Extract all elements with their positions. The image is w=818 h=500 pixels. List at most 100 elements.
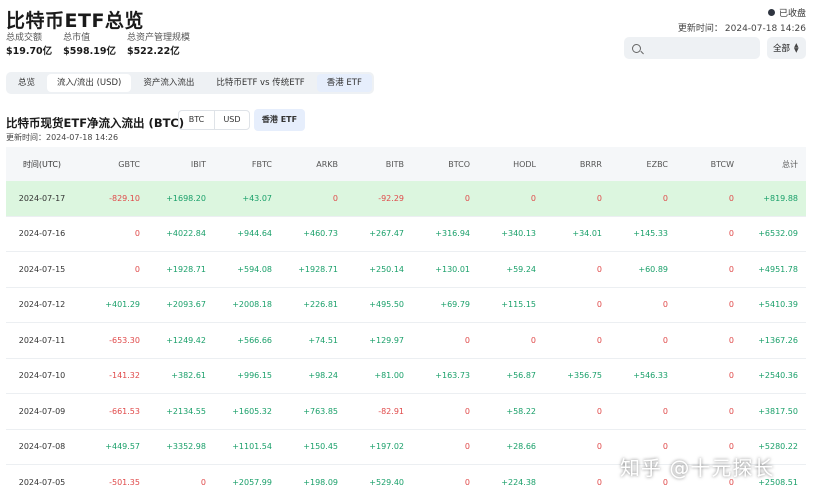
- value-cell: +2540.36: [758, 371, 798, 381]
- stat-value: $19.70亿: [6, 46, 53, 57]
- value-cell: 0: [200, 477, 206, 487]
- column-header[interactable]: IBIT: [144, 160, 210, 169]
- value-cell: +43.07: [242, 193, 272, 203]
- value-cell: 0: [662, 193, 668, 203]
- value-cell: +115.15: [501, 300, 536, 310]
- column-header[interactable]: BTCW: [672, 160, 738, 169]
- value-cell: 0: [464, 406, 470, 416]
- market-status: 已收盘: [767, 6, 806, 19]
- filter-select-value: 全部: [773, 44, 791, 54]
- filter-select[interactable]: 全部 ▲ ▼: [767, 37, 806, 59]
- table-row: 2024-07-11 -653.30 +1249.42 +566.66 +74.51 +1…: [6, 323, 806, 359]
- column-header[interactable]: BITB: [342, 160, 408, 169]
- tab-flow-usd[interactable]: 流入/流出 (USD): [47, 74, 132, 92]
- table-row: 2024-07-16 0 +4022.84 +944.64 +460.73 +267.47…: [6, 217, 806, 252]
- stat-aum: 总资产管理规模 $522.22亿: [127, 32, 190, 59]
- status-dot-icon: [767, 9, 775, 16]
- date-cell: 2024-07-09: [18, 406, 66, 416]
- value-cell: 0: [728, 371, 734, 381]
- value-cell: -82.91: [378, 406, 404, 416]
- table-row: 2024-07-15 0 +1928.71 +594.08 +1928.71 +250.1…: [6, 252, 806, 288]
- table-row: 2024-07-09 -661.53 +2134.55 +1605.32 +763.85…: [6, 394, 806, 430]
- search-box[interactable]: [624, 37, 760, 59]
- column-header[interactable]: GBTC: [78, 160, 144, 169]
- unit-btc-button[interactable]: BTC: [179, 111, 214, 129]
- value-cell: -829.10: [109, 193, 140, 203]
- value-cell: +98.24: [308, 371, 338, 381]
- value-cell: +819.88: [763, 193, 798, 203]
- value-cell: +3817.50: [758, 406, 798, 416]
- date-cell: 2024-07-11: [18, 335, 66, 345]
- column-header[interactable]: BRRR: [540, 160, 606, 169]
- column-header[interactable]: HODL: [474, 160, 540, 169]
- value-cell: +69.79: [440, 300, 470, 310]
- column-header[interactable]: 总计: [738, 159, 804, 170]
- value-cell: +1249.42: [166, 335, 206, 345]
- tab-btc-vs-traditional[interactable]: 比特币ETF vs 传统ETF: [206, 74, 314, 92]
- unit-usd-button[interactable]: USD: [214, 111, 249, 129]
- stat-label: 总资产管理规模: [126, 33, 190, 43]
- value-cell: 0: [134, 264, 140, 274]
- column-header[interactable]: FBTC: [210, 160, 276, 169]
- value-cell: 0: [464, 335, 470, 345]
- date-cell: 2024-07-16: [18, 229, 66, 239]
- value-cell: +2093.67: [166, 300, 206, 310]
- value-cell: +340.13: [501, 229, 536, 239]
- value-cell: 0: [728, 335, 734, 345]
- value-cell: +224.38: [501, 477, 536, 487]
- date-cell: 2024-07-08: [18, 442, 66, 452]
- value-cell: 0: [596, 442, 602, 452]
- value-cell: +59.24: [506, 264, 536, 274]
- tab-asset-flow[interactable]: 资产流入流出: [133, 74, 204, 92]
- column-header[interactable]: EZBC: [606, 160, 672, 169]
- section-title: 比特币现货ETF净流入流出 (BTC): [6, 116, 185, 130]
- column-header[interactable]: BTCO: [408, 160, 474, 169]
- tab-hk-etf[interactable]: 香港 ETF: [316, 74, 372, 92]
- value-cell: +6532.09: [758, 229, 798, 239]
- stat-label: 总成交额: [6, 33, 43, 43]
- value-cell: +28.66: [506, 442, 536, 452]
- value-cell: 0: [728, 300, 734, 310]
- column-header[interactable]: 时间(UTC): [6, 159, 78, 170]
- value-cell: 0: [662, 406, 668, 416]
- column-header[interactable]: ARKB: [276, 160, 342, 169]
- value-cell: 0: [596, 477, 602, 487]
- update-time: 更新时间： 2024-07-18 14:26: [676, 21, 806, 34]
- value-cell: -653.30: [109, 335, 140, 345]
- value-cell: +529.40: [369, 477, 404, 487]
- table-row: 2024-07-10 -141.32 +382.61 +996.15 +98.24 +81…: [6, 359, 806, 394]
- tab-overview[interactable]: 总览: [8, 74, 45, 92]
- value-cell: +198.09: [303, 477, 338, 487]
- value-cell: +996.15: [237, 371, 272, 381]
- value-cell: +1928.71: [298, 264, 338, 274]
- value-cell: +2057.99: [232, 477, 272, 487]
- value-cell: +316.94: [435, 229, 470, 239]
- value-cell: +150.45: [303, 442, 338, 452]
- value-cell: +5410.39: [758, 300, 798, 310]
- date-cell: 2024-07-12: [18, 300, 66, 310]
- value-cell: +944.64: [237, 229, 272, 239]
- value-cell: +449.57: [105, 442, 140, 452]
- value-cell: +74.51: [308, 335, 338, 345]
- value-cell: -661.53: [109, 406, 140, 416]
- value-cell: +250.14: [369, 264, 404, 274]
- value-cell: 0: [530, 193, 536, 203]
- value-cell: +1367.26: [758, 335, 798, 345]
- search-input[interactable]: [647, 43, 757, 53]
- value-cell: 0: [332, 193, 338, 203]
- value-cell: 0: [464, 193, 470, 203]
- unit-toggle: BTC USD: [178, 110, 250, 130]
- hk-etf-button[interactable]: 香港 ETF: [254, 109, 305, 131]
- value-cell: +197.02: [369, 442, 404, 452]
- date-cell: 2024-07-10: [18, 371, 66, 381]
- value-cell: +566.66: [237, 335, 272, 345]
- stat-total-volume: 总成交额 $19.70亿: [6, 32, 52, 59]
- chevron-updown-icon: ▲ ▼: [794, 42, 799, 54]
- value-cell: -501.35: [109, 477, 140, 487]
- value-cell: 0: [596, 406, 602, 416]
- table-header: 时间(UTC) GBTC IBIT FBTC ARKB BITB BTCO HODL BRRR E…: [6, 147, 806, 181]
- value-cell: +129.97: [369, 335, 404, 345]
- value-cell: +130.01: [435, 264, 470, 274]
- value-cell: +2134.55: [166, 406, 206, 416]
- value-cell: +1605.32: [232, 406, 272, 416]
